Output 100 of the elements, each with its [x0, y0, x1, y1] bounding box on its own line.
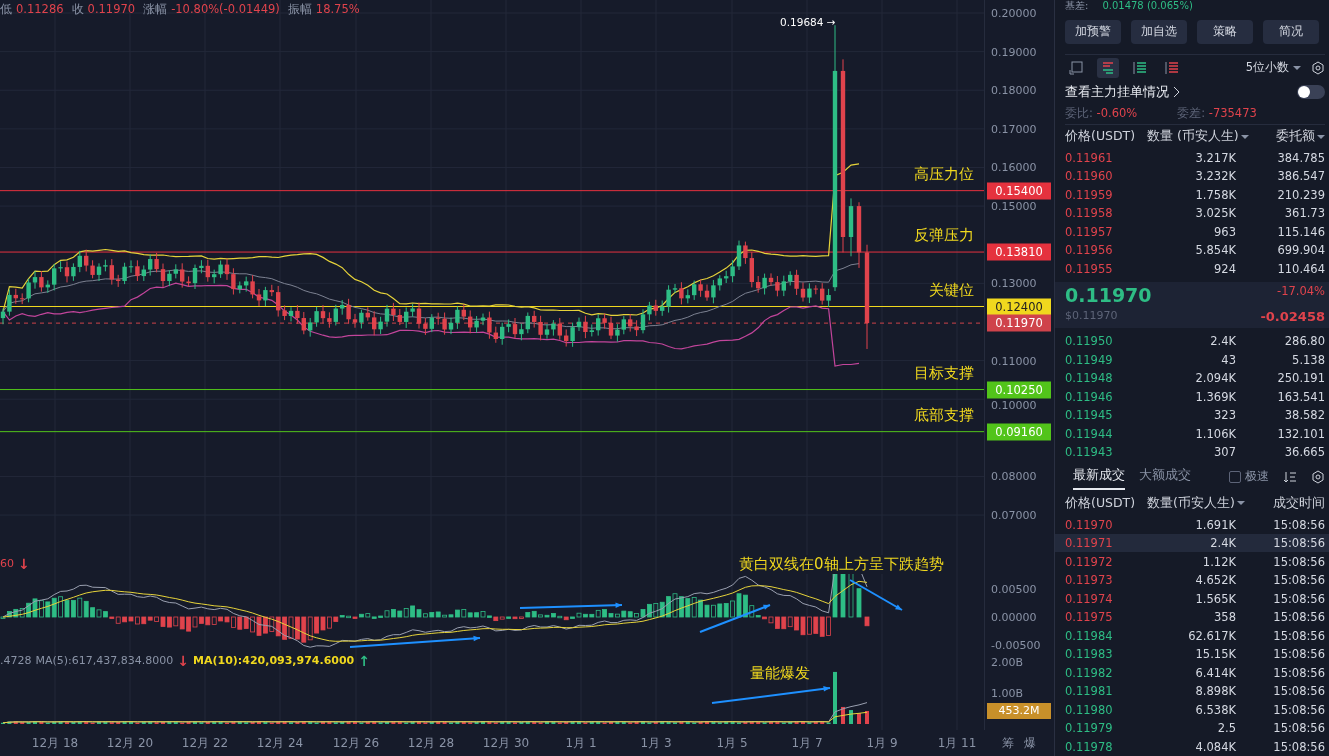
trade-row[interactable]: 0.11972 1.12K 15:08:56	[1055, 552, 1329, 571]
stat-label: 低	[0, 2, 12, 17]
bid-total: 250.191	[1276, 371, 1325, 386]
date-label: 12月 22	[181, 735, 229, 752]
ask-total: 386.547	[1276, 169, 1325, 184]
date-label: 1月 7	[791, 735, 823, 752]
ask-price: 0.11961	[1065, 150, 1114, 165]
bid-total: 5.138	[1291, 352, 1325, 367]
stat-value: -10.80%(-0.01449)	[171, 2, 280, 17]
annotation-arrow	[699, 604, 771, 633]
bid-quantity: 1.369K	[1194, 389, 1236, 404]
bid-total: 38.582	[1283, 408, 1325, 423]
column-header[interactable]: 数量 (币安人生)	[1147, 128, 1249, 146]
date-label: 12月 20	[106, 735, 154, 752]
ratio-text: 委差: -735473	[1177, 105, 1257, 121]
stat-value: 18.75%	[315, 2, 360, 17]
date-label: 12月 26	[332, 735, 380, 752]
caret-icon	[1293, 64, 1301, 71]
ask-total: 110.464	[1276, 261, 1325, 276]
bid-price: 0.11946	[1065, 389, 1114, 404]
level-note: 目标支撑	[914, 363, 974, 383]
trade-row[interactable]: 0.11973 4.652K 15:08:56	[1055, 570, 1329, 590]
ask-price: 0.11957	[1065, 224, 1114, 239]
action-button[interactable]: 策略	[1197, 19, 1253, 44]
date-label: 12月 28	[407, 735, 455, 752]
bid-price: 0.11945	[1065, 408, 1114, 423]
trade-row[interactable]: 0.11981 8.898K 15:08:56	[1055, 681, 1329, 701]
trade-row[interactable]: 0.11984 62.617K 15:08:56	[1055, 626, 1329, 645]
volume-indicator: MA(5):617,437,834.8000	[35, 654, 174, 668]
axis-tick: 0.18000	[991, 83, 1037, 97]
panel-tab[interactable]: 爆	[1024, 734, 1036, 752]
trade-row[interactable]: 0.11983 15.15K 15:08:56	[1055, 644, 1329, 664]
date-label: 12月 24	[256, 735, 304, 752]
trade-row[interactable]: 0.11971 2.4K 15:08:56	[1055, 533, 1329, 553]
bid-quantity: 307	[1213, 445, 1236, 460]
level-note: 关键位	[929, 280, 974, 300]
ask-total: 361.73	[1283, 206, 1325, 221]
stat-value: 0.11286	[16, 2, 64, 17]
axis-tick: 0.16000	[991, 160, 1037, 174]
basis-value: 0.01478 (0.065%)	[1102, 0, 1193, 13]
date-label: 1月 5	[716, 735, 748, 752]
depth-link[interactable]: 查看主力挂单情况	[1065, 82, 1181, 101]
level-note: 底部支撑	[914, 405, 974, 425]
trade-row[interactable]: 0.11979 2.5 15:08:56	[1055, 719, 1329, 738]
view-mode-button[interactable]	[1097, 57, 1119, 78]
trend-arrow: ↓	[177, 654, 189, 668]
bid-total: 36.665	[1283, 445, 1325, 460]
chart-note: 黄白双线在0轴上方呈下跌趋势	[737, 555, 946, 574]
axis-tick: 0.10000	[991, 398, 1037, 412]
fast-mode-checkbox[interactable]: 极速	[1229, 469, 1269, 484]
level-note: 反弹压力	[914, 226, 974, 246]
axis-tick: 0.13000	[991, 276, 1037, 290]
chevron-right-icon	[1173, 85, 1181, 98]
action-button[interactable]: 加自选	[1131, 19, 1187, 44]
trade-row[interactable]: 0.11970 1.691K 15:08:56	[1055, 515, 1329, 534]
last-price: 0.11970	[1065, 284, 1153, 309]
bid-quantity: 323	[1213, 408, 1236, 423]
date-label: 12月 30	[482, 735, 530, 752]
panel-tab[interactable]: 筹	[1002, 734, 1014, 752]
trade-row[interactable]: 0.11978 4.084K 15:08:56	[1055, 737, 1329, 756]
change-amount: -0.02458	[1260, 308, 1325, 326]
bid-price: 0.11950	[1065, 334, 1114, 349]
ask-quantity: 963	[1213, 224, 1236, 239]
volume-tag: 453.2M	[987, 703, 1051, 719]
usd-price: $0.11970	[1065, 308, 1119, 324]
trades-tab[interactable]: 大额成交	[1139, 463, 1191, 490]
ask-quantity: 3.232K	[1194, 169, 1236, 184]
precision-dropdown[interactable]: 5位小数	[1245, 60, 1301, 76]
column-header[interactable]: 数量(币安人生)	[1147, 494, 1245, 512]
axis-tick: -0.00500	[991, 638, 1041, 652]
trend-arrow: ↑	[358, 654, 370, 668]
action-button[interactable]: 加预警	[1065, 19, 1121, 44]
stat-label: 振幅	[287, 2, 312, 17]
sort-button[interactable]	[1283, 469, 1297, 484]
ask-quantity: 3.217K	[1194, 150, 1236, 165]
axis-tick: 0.00000	[991, 610, 1037, 624]
axis-tick: 0.20000	[991, 6, 1037, 20]
bid-price: 0.11944	[1065, 426, 1114, 441]
trade-row[interactable]: 0.11982 6.414K 15:08:56	[1055, 663, 1329, 682]
action-button[interactable]: 简况	[1263, 19, 1319, 44]
ask-quantity: 5.854K	[1194, 243, 1236, 258]
bid-quantity: 1.106K	[1194, 426, 1236, 441]
axis-tick: 0.19000	[991, 45, 1037, 59]
price-tag: 0.12400	[987, 298, 1051, 315]
trade-row[interactable]: 0.11974 1.565K 15:08:56	[1055, 589, 1329, 608]
order-book-icon	[1101, 60, 1115, 75]
depth-toggle[interactable]	[1297, 84, 1325, 99]
ratio-text: 委比: -0.60%	[1065, 105, 1138, 121]
price-tag: 0.15400	[987, 182, 1051, 200]
trend-arrow: ↓	[18, 557, 30, 571]
stat-label: 收	[71, 2, 84, 17]
settings-button[interactable]	[1311, 60, 1325, 75]
settings-button[interactable]	[1311, 469, 1325, 484]
column-header[interactable]: 委托额	[1248, 128, 1325, 146]
trades-tab[interactable]: 最新成交	[1073, 463, 1125, 490]
ask-quantity: 1.758K	[1194, 187, 1236, 202]
trade-row[interactable]: 0.11975 358 15:08:56	[1055, 607, 1329, 627]
trade-row[interactable]: 0.11980 6.538K 15:08:56	[1055, 700, 1329, 719]
bid-price: 0.11943	[1065, 445, 1114, 460]
ask-price: 0.11958	[1065, 206, 1114, 221]
